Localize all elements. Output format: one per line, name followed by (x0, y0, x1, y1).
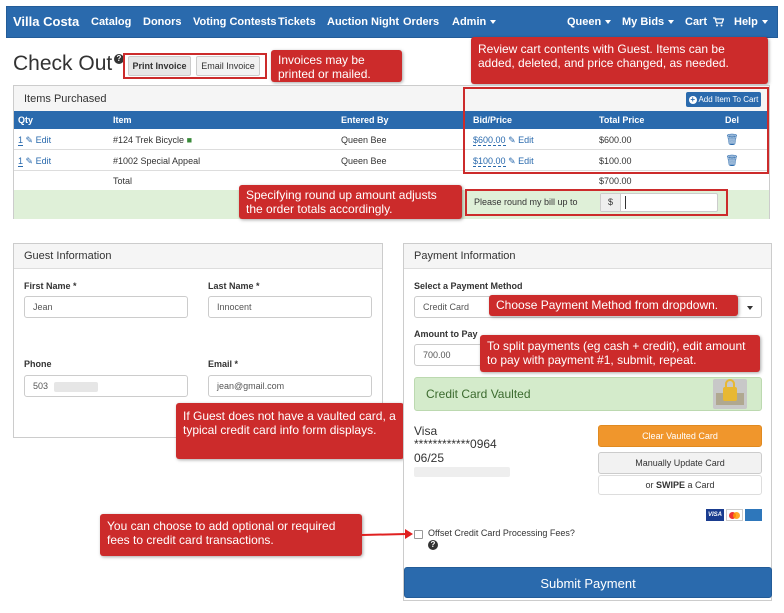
edit-icon: ✎ (25, 156, 34, 166)
callout-no-vaulted-card: If Guest does not have a vaulted card, a… (176, 403, 404, 459)
round-up-label: Please round my bill up to (474, 197, 578, 207)
email-label: Email * (208, 359, 239, 369)
nav-my-bids[interactable]: My Bids (622, 7, 675, 37)
row-qty-edit[interactable]: 1 ✎ Edit (18, 153, 51, 169)
payment-method-label: Select a Payment Method (414, 281, 523, 291)
visa-logo-icon: VISA (706, 509, 724, 521)
chevron-down-icon (605, 20, 612, 25)
payment-panel-header: Payment Information (404, 244, 771, 269)
guest-panel-title: Guest Information (24, 250, 112, 262)
row-qty-edit[interactable]: 1 ✎ Edit (18, 132, 51, 148)
arrow-right-icon (362, 529, 413, 539)
shopping-cart-icon (713, 17, 725, 27)
email-field[interactable]: jean@gmail.com (208, 375, 372, 397)
print-invoice-button[interactable]: Print Invoice (128, 56, 191, 76)
edit-link[interactable]: Edit (36, 135, 52, 145)
swipe-or: or (645, 480, 654, 490)
swipe-card-button[interactable]: or SWIPE a Card (598, 475, 762, 495)
payment-panel-title: Payment Information (414, 250, 516, 262)
last-name-label: Last Name * (208, 281, 260, 291)
qty-value[interactable]: 1 (18, 135, 24, 146)
nav-help[interactable]: Help (734, 7, 768, 37)
card-type: Visa (414, 424, 438, 438)
amount-to-pay-label: Amount to Pay (414, 329, 478, 339)
edit-link[interactable]: Edit (36, 156, 52, 166)
nav-voting-contests[interactable]: Voting Contests (193, 7, 277, 37)
amex-logo-icon (745, 509, 762, 521)
chevron-down-icon (747, 306, 753, 310)
callout-round-up: Specifying round up amount adjusts the o… (239, 185, 462, 219)
card-number: ************0964 (414, 437, 497, 451)
chevron-down-icon (490, 20, 497, 25)
nav-user[interactable]: Queen (567, 7, 612, 37)
callout-payment-method: Choose Payment Method from dropdown. (489, 295, 738, 316)
nav-help-label: Help (734, 16, 758, 28)
nav-my-bids-label: My Bids (622, 16, 665, 28)
entered-by: Queen Bee (341, 135, 387, 145)
nav-orders[interactable]: Orders (403, 7, 439, 37)
chevron-down-icon (668, 20, 675, 25)
question-circle-icon[interactable]: ? (428, 540, 438, 550)
total-label: Total (113, 176, 133, 186)
currency-addon: $ (601, 194, 621, 211)
phone-label: Phone (24, 359, 52, 369)
nav-user-label: Queen (567, 16, 602, 28)
total-value: $700.00 (599, 176, 632, 186)
offset-fees-label: Offset Credit Card Processing Fees? (428, 528, 575, 538)
nav-admin-label: Admin (452, 16, 487, 28)
items-panel-title: Items Purchased (24, 93, 107, 105)
round-up-input[interactable] (625, 196, 626, 209)
callout-fees: You can choose to add optional or requir… (100, 514, 362, 556)
brand-link[interactable]: Villa Costa (13, 7, 79, 37)
email-invoice-button[interactable]: Email Invoice (196, 56, 260, 76)
last-name-field[interactable]: Innocent (208, 296, 372, 318)
nav-admin[interactable]: Admin (452, 7, 497, 37)
qty-value[interactable]: 1 (18, 156, 24, 167)
blurred-phone (54, 381, 99, 392)
first-name-field[interactable]: Jean (24, 296, 188, 318)
edit-icon: ✎ (25, 135, 34, 145)
mastercard-logo-icon (726, 509, 743, 521)
first-name-label: First Name * (24, 281, 77, 291)
phone-value: 503 (33, 381, 49, 391)
guest-panel-header: Guest Information (14, 244, 382, 269)
item-name-text: #124 Trek Bicycle (113, 135, 185, 145)
nav-cart[interactable]: Cart (685, 7, 725, 37)
card-logos: VISA (706, 509, 762, 521)
nav-tickets[interactable]: Tickets (278, 7, 316, 37)
col-item: Item (113, 115, 132, 125)
top-navbar: Villa Costa Catalog Donors Voting Contes… (6, 6, 778, 38)
nav-auction-night[interactable]: Auction Night (327, 7, 399, 37)
card-expiration: 06/25 (414, 451, 445, 465)
cart-highlight (463, 87, 769, 174)
nav-catalog[interactable]: Catalog (91, 7, 131, 37)
item-name: #1002 Special Appeal (113, 156, 201, 166)
col-qty: Qty (18, 115, 34, 125)
nav-cart-label: Cart (685, 16, 708, 28)
chevron-down-icon (761, 20, 768, 25)
payment-method-value: Credit Card (423, 302, 470, 312)
swipe-suffix: a Card (687, 480, 715, 490)
callout-split-payments: To split payments (eg cash + credit), ed… (480, 335, 760, 372)
item-name: #124 Trek Bicycle ■ (113, 132, 192, 148)
clear-vaulted-card-button[interactable]: Clear Vaulted Card (598, 425, 762, 447)
lock-card-icon (713, 379, 747, 409)
vaulted-label: Credit Card Vaulted (426, 387, 531, 401)
col-entered-by: Entered By (341, 115, 389, 125)
blurred-card-holder (414, 467, 510, 477)
phone-field[interactable]: 503 (24, 375, 188, 397)
manually-update-card-button[interactable]: Manually Update Card (598, 452, 762, 474)
page-title: Check Out (13, 52, 113, 75)
swipe-word: SWIPE (655, 480, 685, 490)
nav-donors[interactable]: Donors (143, 7, 182, 37)
offset-fees-checkbox[interactable] (414, 530, 423, 539)
callout-invoices: Invoices may be printed or mailed. (271, 50, 402, 82)
round-up-input-group: $ (600, 193, 718, 212)
credit-card-vaulted-banner: Credit Card Vaulted (414, 377, 762, 411)
callout-review-cart: Review cart contents with Guest. Items c… (471, 37, 768, 84)
gift-icon: ■ (186, 135, 192, 145)
entered-by: Queen Bee (341, 156, 387, 166)
submit-payment-button[interactable]: Submit Payment (404, 567, 772, 598)
